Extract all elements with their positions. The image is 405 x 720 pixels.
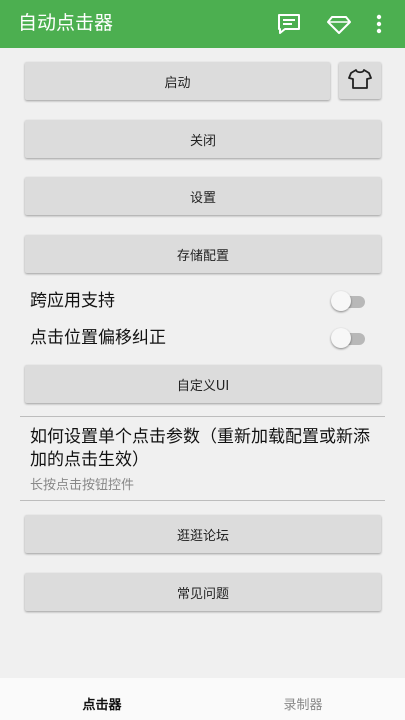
close-button[interactable]: 关闭 [25,120,381,158]
app-title: 自动点击器 [18,12,114,34]
offset-fix-label: 点击位置偏移纠正 [30,328,166,348]
forum-button[interactable]: 逛逛论坛 [25,515,381,553]
cross-app-switch[interactable] [331,290,367,312]
info-subtitle: 长按点击按钮控件 [30,478,135,493]
bottom-nav: 点击器 录制器 [0,678,405,720]
offset-fix-switch[interactable] [331,327,367,349]
more-vert-icon[interactable] [369,12,389,36]
message-icon[interactable] [276,12,302,36]
tab-recorder[interactable]: 录制器 [238,694,368,713]
divider [20,416,385,417]
save-config-button[interactable]: 存储配置 [25,235,381,273]
switch-thumb [331,328,351,348]
shirt-icon [348,68,372,94]
settings-button[interactable]: 设置 [25,177,381,215]
app-bar: 自动点击器 [0,0,405,48]
tab-clicker[interactable]: 点击器 [37,694,167,713]
switch-thumb [331,291,351,311]
start-button[interactable]: 启动 [25,62,330,100]
info-title[interactable]: 如何设置单个点击参数（重新加载配置或新添加的点击生效） [30,426,385,472]
theme-button[interactable] [339,62,381,99]
diamond-icon[interactable] [326,12,352,36]
divider [20,500,385,501]
cross-app-label: 跨应用支持 [30,291,115,311]
custom-ui-button[interactable]: 自定义UI [25,365,381,403]
faq-button[interactable]: 常见问题 [25,573,381,611]
